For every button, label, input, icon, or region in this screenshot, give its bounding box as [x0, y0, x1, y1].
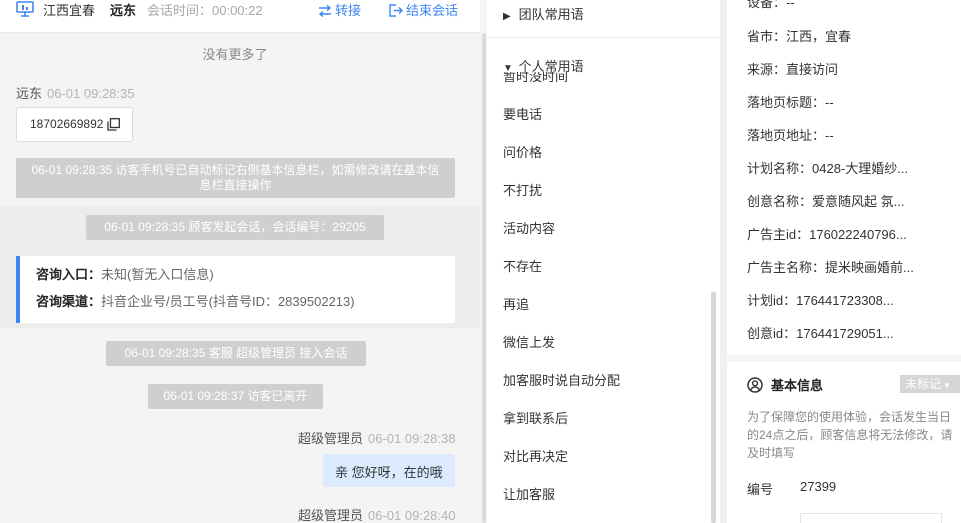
phrase-item[interactable]: 活动内容	[503, 218, 555, 237]
province-field: 省市：江西，宜春	[747, 29, 852, 44]
phrase-item[interactable]: 加客服时说自动分配	[503, 370, 620, 389]
section-divider	[727, 355, 961, 362]
phrases-panel: ▶ 团队常用语 ▼ 个人常用语 暂时没时间 要电话 问价格 不打扰 活动内容 不…	[487, 0, 720, 523]
session-info-card: 咨询入口：未知(暂无入口信息) 咨询渠道：抖音企业号/员工号(抖音号ID：283…	[16, 256, 455, 323]
landing-url-field: 落地页地址：--	[747, 128, 834, 143]
agent-message: 亲 您好呀，在的哦	[323, 454, 455, 487]
chat-scrollbar[interactable]	[480, 33, 487, 523]
creative-id-field: 创意id：176441729051...	[747, 326, 894, 341]
phrase-item[interactable]: 问价格	[503, 142, 542, 161]
creative-name-field: 创意名称：爱意随风起 氛...	[747, 194, 905, 209]
session-timer: 会话时间：00:00:22	[147, 3, 263, 18]
sender-timestamp: 06-01 09:28:38	[368, 431, 456, 446]
system-message: 06-01 09:28:35 客服 超级管理员 接入会话	[106, 341, 366, 366]
plan-id-field: 计划id：176441723308...	[747, 293, 894, 308]
plan-name-field: 计划名称：0428-大理婚纱...	[747, 161, 909, 176]
copy-icon[interactable]	[107, 118, 120, 131]
phone-number: 18702669892	[30, 117, 104, 131]
system-message: 06-01 09:28:37 访客已离开	[148, 384, 323, 409]
phrase-item[interactable]: 微信上发	[503, 332, 555, 351]
caret-right-icon: ▶	[503, 11, 511, 22]
source-field: 来源：直接访问	[747, 62, 839, 77]
transfer-icon	[318, 4, 332, 18]
visitor-region: 江西宜春	[43, 3, 96, 18]
sender-name: 超级管理员	[298, 508, 364, 523]
phrase-item[interactable]: 对比再决定	[503, 446, 568, 465]
transfer-label: 转接	[335, 3, 362, 18]
phrase-item[interactable]: 让加客服	[503, 484, 555, 503]
user-circle-icon	[747, 377, 763, 393]
exit-icon	[389, 4, 403, 17]
team-phrases-group[interactable]: ▶ 团队常用语	[487, 4, 720, 38]
tag-dropdown-label: 未标记	[905, 377, 942, 391]
agent-sender: 超级管理员 06-01 09:28:40	[298, 505, 455, 523]
channel-key: 咨询渠道：	[36, 294, 102, 309]
transfer-button[interactable]: 转接	[318, 0, 361, 19]
entry-value: 未知(暂无入口信息)	[101, 267, 214, 282]
section-title-label: 基本信息	[771, 378, 824, 393]
monitor-icon	[16, 1, 34, 17]
chat-panel: 江西宜春 远东 会话时间：00:00:22 转接 结束会话 没有更多了 远东 06…	[0, 0, 487, 523]
sender-name: 远东	[16, 86, 43, 101]
end-session-button[interactable]: 结束会话	[389, 0, 458, 19]
chat-header: 江西宜春 远东 会话时间：00:00:22 转接 结束会话	[0, 0, 480, 33]
no-more-text: 没有更多了	[202, 47, 268, 62]
phone-message: 18702669892	[16, 107, 133, 142]
id-value: 27399	[800, 479, 837, 494]
phrases-scrollbar[interactable]	[711, 292, 716, 523]
visitor-name: 远东	[110, 3, 137, 18]
sender-timestamp: 06-01 09:28:40	[368, 508, 456, 523]
agent-sender: 超级管理员 06-01 09:28:38	[298, 428, 455, 447]
chat-scrollbar-thumb[interactable]	[482, 33, 486, 523]
panel-divider	[720, 0, 727, 523]
tag-dropdown[interactable]: 未标记 ▼	[900, 375, 960, 393]
visitor-info-panel: 设备：-- 省市：江西，宜春 来源：直接访问 落地页标题：-- 落地页地址：--…	[727, 0, 961, 523]
system-message: 06-01 09:28:35 访客手机号已自动标记右侧基本信息栏，如需修改请在基…	[16, 158, 455, 198]
end-session-label: 结束会话	[406, 3, 459, 18]
advertiser-name-field: 广告主名称：提米映画婚前...	[747, 260, 914, 275]
group-label: 个人常用语	[518, 59, 584, 74]
group-label: 团队常用语	[518, 7, 584, 22]
visitor-sender: 远东 06-01 09:28:35	[16, 83, 134, 102]
system-message: 06-01 09:28:35 顾客发起会话，会话编号：29205	[86, 215, 384, 240]
landing-title-field: 落地页标题：--	[747, 95, 834, 110]
channel-row: 咨询渠道：抖音企业号/员工号(抖音号ID：2839502213)	[36, 293, 455, 320]
channel-value: 抖音企业号/员工号(抖音号ID：2839502213)	[101, 294, 355, 309]
advertiser-id-field: 广告主id：176022240796...	[747, 227, 907, 242]
phrase-item[interactable]: 不存在	[503, 256, 542, 275]
message-list[interactable]: 没有更多了 远东 06-01 09:28:35 18702669892 06-01…	[0, 33, 480, 523]
sender-timestamp: 06-01 09:28:35	[47, 86, 135, 101]
phrase-item[interactable]: 再追	[503, 294, 529, 313]
phrase-item[interactable]: 不打扰	[503, 180, 542, 199]
caret-down-icon: ▼	[943, 381, 951, 390]
phrase-item[interactable]: 拿到联系后	[503, 408, 568, 427]
sender-name: 超级管理员	[298, 431, 364, 446]
id-input[interactable]	[800, 513, 942, 523]
entry-row: 咨询入口：未知(暂无入口信息)	[36, 266, 455, 293]
basic-info-title: 基本信息	[747, 375, 823, 394]
device-field: 设备：--	[747, 0, 795, 10]
phrase-item[interactable]: 要电话	[503, 104, 542, 123]
id-label: 编号	[747, 482, 774, 497]
edit-notice: 为了保障您的使用体验，会话发生当日的24点之后，顾客信息将无法修改，请及时填写	[747, 410, 953, 460]
entry-key: 咨询入口：	[36, 267, 102, 282]
